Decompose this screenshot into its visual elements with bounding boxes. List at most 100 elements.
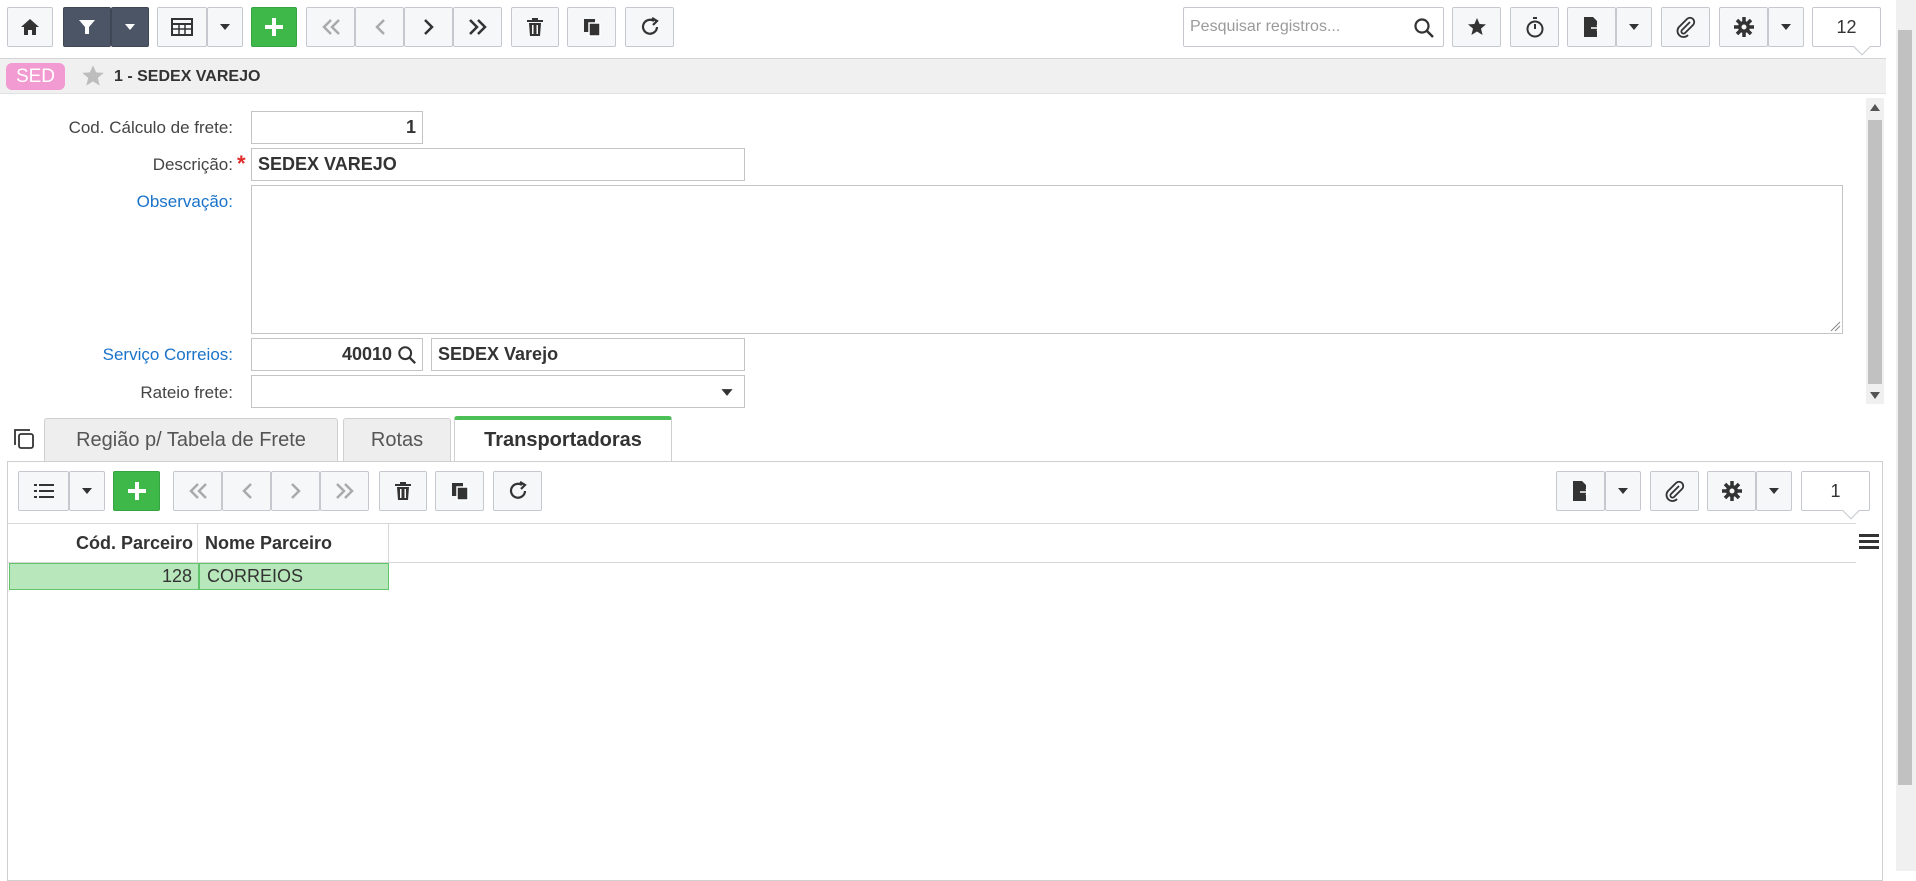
filter-button[interactable] (63, 7, 111, 47)
paperclip-icon (1676, 16, 1695, 38)
home-button[interactable] (7, 7, 53, 47)
gear-icon (1721, 481, 1742, 501)
descricao-label: Descrição: (152, 155, 233, 174)
grid-duplicate-button[interactable] (435, 471, 484, 511)
paperclip-icon (1665, 480, 1684, 502)
observacao-label[interactable]: Observação: (3, 192, 233, 212)
column-menu-icon[interactable] (1858, 531, 1880, 551)
grid-refresh-button[interactable] (493, 471, 542, 511)
caret-down-icon (1618, 488, 1628, 494)
scroll-down-icon[interactable] (1870, 392, 1880, 399)
column-header-cod-parceiro[interactable]: Cód. Parceiro (8, 524, 198, 562)
favorite-star-icon[interactable] (80, 64, 106, 88)
export-file-icon (1583, 17, 1601, 37)
chevron-left-icon (374, 19, 385, 35)
caret-down-icon (220, 24, 230, 30)
servico-correios-name-field[interactable]: SEDEX Varejo (431, 338, 745, 371)
grid-export-button[interactable] (1556, 471, 1605, 511)
cell-nome-parceiro[interactable]: CORREIOS (199, 563, 389, 590)
previous-record-button[interactable] (355, 7, 404, 47)
form-scrollbar-thumb[interactable] (1868, 120, 1882, 384)
attachment-button[interactable] (1661, 7, 1710, 47)
plus-icon (265, 18, 283, 36)
search-input[interactable] (1184, 8, 1404, 46)
servico-correios-label[interactable]: Serviço Correios: (3, 345, 233, 365)
grid-records-count-badge: 1 (1801, 471, 1870, 520)
scroll-up-icon[interactable] (1870, 104, 1880, 111)
duplicate-button[interactable] (567, 7, 616, 47)
copy-icon (451, 483, 469, 501)
grid-view-button[interactable] (157, 7, 207, 47)
gear-icon (1733, 17, 1754, 37)
observacao-textarea[interactable] (251, 185, 1843, 334)
caret-down-icon (721, 389, 733, 396)
tab-regiao-tabela-frete[interactable]: Região p/ Tabela de Frete (44, 418, 338, 462)
filter-dropdown-button[interactable] (111, 7, 149, 47)
double-chevron-left-icon (188, 483, 207, 499)
export-dropdown-button[interactable] (1616, 7, 1652, 47)
grid-records-count: 1 (1830, 480, 1841, 501)
grid-attachment-button[interactable] (1650, 471, 1699, 511)
grid-delete-button[interactable] (379, 471, 427, 511)
tab-rotas[interactable]: Rotas (343, 418, 451, 462)
next-record-button[interactable] (404, 7, 453, 47)
caret-down-icon (125, 24, 135, 30)
chevron-left-icon (241, 483, 252, 499)
chevron-right-icon (423, 19, 434, 35)
grid-view-dropdown-button[interactable] (207, 7, 243, 47)
search-box (1183, 7, 1444, 47)
delete-button[interactable] (511, 7, 559, 47)
add-record-button[interactable] (251, 7, 297, 47)
filter-icon (79, 20, 95, 34)
records-count: 12 (1836, 16, 1857, 37)
caret-down-icon (82, 488, 92, 494)
tab-transportadoras[interactable]: Transportadoras (454, 416, 672, 461)
first-record-button[interactable] (306, 7, 355, 47)
resize-handle-icon[interactable] (1829, 320, 1841, 332)
settings-dropdown-button[interactable] (1768, 7, 1804, 47)
cod-calculo-field[interactable]: 1 (251, 111, 423, 144)
grid-previous-button[interactable] (222, 471, 271, 511)
grid-first-button[interactable] (173, 471, 222, 511)
grid-add-button[interactable] (113, 471, 160, 511)
plus-icon (127, 482, 146, 500)
grid-export-dropdown-button[interactable] (1605, 471, 1641, 511)
double-chevron-right-icon (335, 483, 354, 499)
double-chevron-right-icon (468, 19, 487, 35)
grid-list-button[interactable] (18, 471, 69, 511)
records-count-badge: 12 (1812, 7, 1881, 56)
grid-settings-dropdown-button[interactable] (1756, 471, 1792, 511)
export-button[interactable] (1567, 7, 1616, 47)
export-file-icon (1572, 481, 1590, 501)
list-icon (33, 484, 54, 498)
favorite-button[interactable] (1452, 7, 1501, 47)
required-indicator: * (237, 151, 246, 176)
grid-list-dropdown-button[interactable] (69, 471, 105, 511)
cell-cod-parceiro[interactable]: 128 (9, 563, 199, 590)
grid-settings-button[interactable] (1707, 471, 1756, 511)
copy-icon (583, 19, 601, 37)
column-header-nome-parceiro[interactable]: Nome Parceiro (199, 524, 389, 562)
refresh-button[interactable] (625, 7, 674, 47)
settings-button[interactable] (1719, 7, 1768, 47)
servico-correios-code: 40010 (341, 344, 392, 364)
descricao-field[interactable]: SEDEX VAREJO (251, 148, 745, 181)
caret-down-icon (1781, 24, 1791, 30)
last-record-button[interactable] (453, 7, 502, 47)
rateio-frete-select[interactable] (251, 375, 745, 408)
search-icon[interactable] (397, 345, 417, 365)
timer-button[interactable] (1510, 7, 1559, 47)
record-title: 1 - SEDEX VAREJO (114, 68, 261, 85)
copy-tab-icon[interactable] (12, 427, 36, 451)
caret-down-icon (1629, 24, 1639, 30)
page-scrollbar-thumb[interactable] (1898, 30, 1912, 785)
cod-calculo-label: Cod. Cálculo de frete: (68, 118, 233, 137)
trash-icon (527, 18, 543, 36)
search-icon[interactable] (1413, 17, 1435, 39)
home-icon (21, 19, 39, 35)
grid-next-button[interactable] (271, 471, 320, 511)
double-chevron-left-icon (321, 19, 340, 35)
refresh-icon (641, 17, 659, 35)
grid-last-button[interactable] (320, 471, 369, 511)
trash-icon (395, 482, 411, 500)
